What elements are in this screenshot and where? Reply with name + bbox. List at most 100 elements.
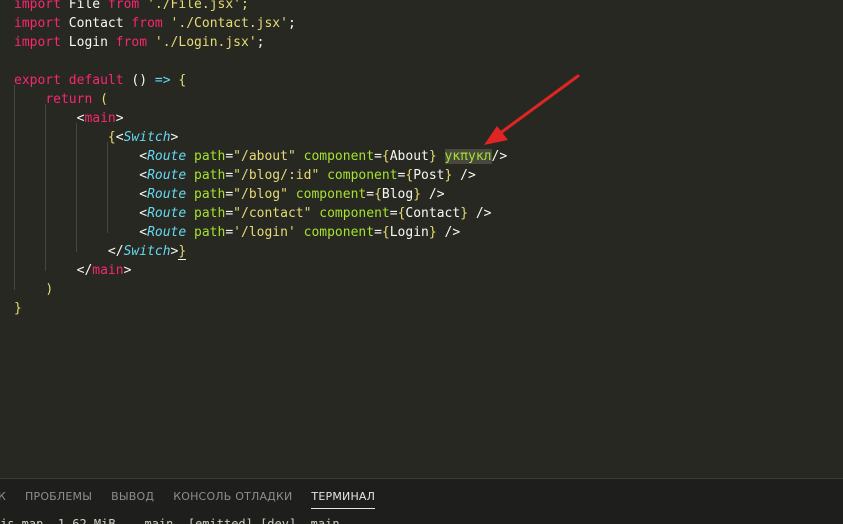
- code-line[interactable]: <Route path="/blog/:id" component={Post}…: [14, 166, 476, 185]
- code-line[interactable]: {<Switch>: [14, 128, 178, 147]
- code-token: from: [115, 35, 148, 50]
- code-token: "/blog/:id": [233, 168, 320, 183]
- code-line[interactable]: }: [14, 299, 22, 318]
- code-line[interactable]: export default () => {: [14, 71, 186, 90]
- code-line[interactable]: </Switch>}: [14, 242, 187, 261]
- code-line[interactable]: ): [14, 280, 53, 299]
- code-token: component: [303, 149, 375, 164]
- code-line[interactable]: <Route path="/about" component={About} у…: [14, 147, 507, 166]
- code-token: Login: [60, 35, 116, 50]
- code-token: <: [115, 130, 124, 145]
- code-token: }: [14, 301, 22, 316]
- code-editor[interactable]: import File from './File.jsx'; import Con…: [0, 0, 843, 478]
- code-line[interactable]: <Route path='/login' component={Login} /…: [14, 223, 460, 242]
- code-token: About: [389, 149, 429, 164]
- code-token: =: [225, 187, 234, 202]
- panel-tab-консоль-отладки[interactable]: КОНСОЛЬ ОТЛАДКИ: [173, 479, 292, 515]
- indent-guide: [107, 142, 108, 233]
- code-token: "/contact": [233, 206, 312, 221]
- code-token: =: [225, 149, 234, 164]
- panel-tab-вывод[interactable]: ВЫВОД: [111, 479, 154, 515]
- code-token: =: [389, 206, 398, 221]
- code-token: main: [92, 263, 124, 278]
- code-token: from: [107, 0, 140, 12]
- code-token: path: [194, 225, 226, 240]
- code-line[interactable]: <main>: [14, 109, 124, 128]
- code-token: =: [374, 149, 382, 164]
- code-token: />: [452, 168, 476, 183]
- code-line[interactable]: </main>: [14, 261, 132, 280]
- vscode-window: import File from './File.jsx'; import Con…: [0, 0, 843, 524]
- code-token: <: [14, 206, 148, 221]
- code-token: './Contact.jsx': [162, 16, 288, 31]
- code-token: path: [194, 149, 226, 164]
- code-token: Switch: [123, 130, 171, 145]
- code-token: =>: [154, 73, 171, 88]
- code-token: path: [194, 206, 226, 221]
- code-token: }: [178, 244, 187, 260]
- code-token: {: [374, 187, 382, 202]
- code-line[interactable]: import Contact from './Contact.jsx';: [14, 14, 296, 33]
- code-token: Route: [147, 149, 187, 164]
- code-token: main: [84, 111, 116, 126]
- code-token: =: [225, 225, 234, 240]
- code-token: import: [14, 35, 61, 50]
- code-token: =: [374, 225, 382, 240]
- code-line[interactable]: <Route path="/contact" component={Contac…: [14, 204, 492, 223]
- code-token: <: [14, 111, 85, 126]
- code-token: />: [421, 187, 445, 202]
- code-line[interactable]: <Route path="/blog" component={Blog} />: [14, 185, 445, 204]
- code-token: Contact: [60, 16, 132, 31]
- code-token: return: [45, 92, 93, 107]
- code-token: '/login': [233, 225, 296, 240]
- code-token: Route: [147, 168, 187, 183]
- code-token: Route: [147, 206, 187, 221]
- code-token: {: [381, 149, 390, 164]
- code-line[interactable]: return (: [14, 90, 108, 109]
- code-token: Switch: [123, 244, 171, 259]
- code-token: component: [303, 225, 375, 240]
- code-token: component: [327, 168, 398, 183]
- code-token: <: [14, 225, 148, 240]
- code-token: (): [123, 73, 155, 88]
- code-token: }: [428, 149, 437, 164]
- code-token: {: [107, 130, 116, 145]
- code-token: {: [381, 225, 390, 240]
- code-token: ;: [287, 16, 296, 31]
- panel-tab-терминал[interactable]: ТЕРМИНАЛ: [311, 479, 375, 515]
- code-line[interactable]: import File from './File.jsx';: [14, 0, 249, 14]
- indent-guide: [76, 123, 77, 252]
- code-token: (: [92, 92, 108, 107]
- code-token: {: [170, 73, 187, 88]
- code-token: import: [14, 16, 61, 31]
- code-token: >: [115, 111, 124, 126]
- code-token: Route: [147, 225, 187, 240]
- panel-tab-partial[interactable]: К: [0, 479, 6, 515]
- code-token: Post: [413, 168, 445, 183]
- code-token: />: [468, 206, 492, 221]
- panel-tabs: К ПРОБЛЕМЫ ВЫВОД КОНСОЛЬ ОТЛАДКИ ТЕРМИНАЛ: [0, 479, 394, 515]
- code-token: Route: [147, 187, 187, 202]
- code-token: './Login.jsx': [147, 35, 257, 50]
- code-token: File: [60, 0, 108, 12]
- code-token: component: [295, 187, 367, 202]
- panel-tab-проблемы[interactable]: ПРОБЛЕМЫ: [25, 479, 92, 515]
- code-token: }: [428, 225, 437, 240]
- code-line[interactable]: import Login from './Login.jsx';: [14, 33, 264, 52]
- code-token: ): [45, 282, 54, 297]
- code-token: </: [14, 244, 124, 259]
- code-token: Contact: [405, 206, 461, 221]
- code-token: }: [460, 206, 469, 221]
- code-token: </: [14, 263, 93, 278]
- code-token: Blog: [381, 187, 414, 202]
- code-token: >: [123, 263, 132, 278]
